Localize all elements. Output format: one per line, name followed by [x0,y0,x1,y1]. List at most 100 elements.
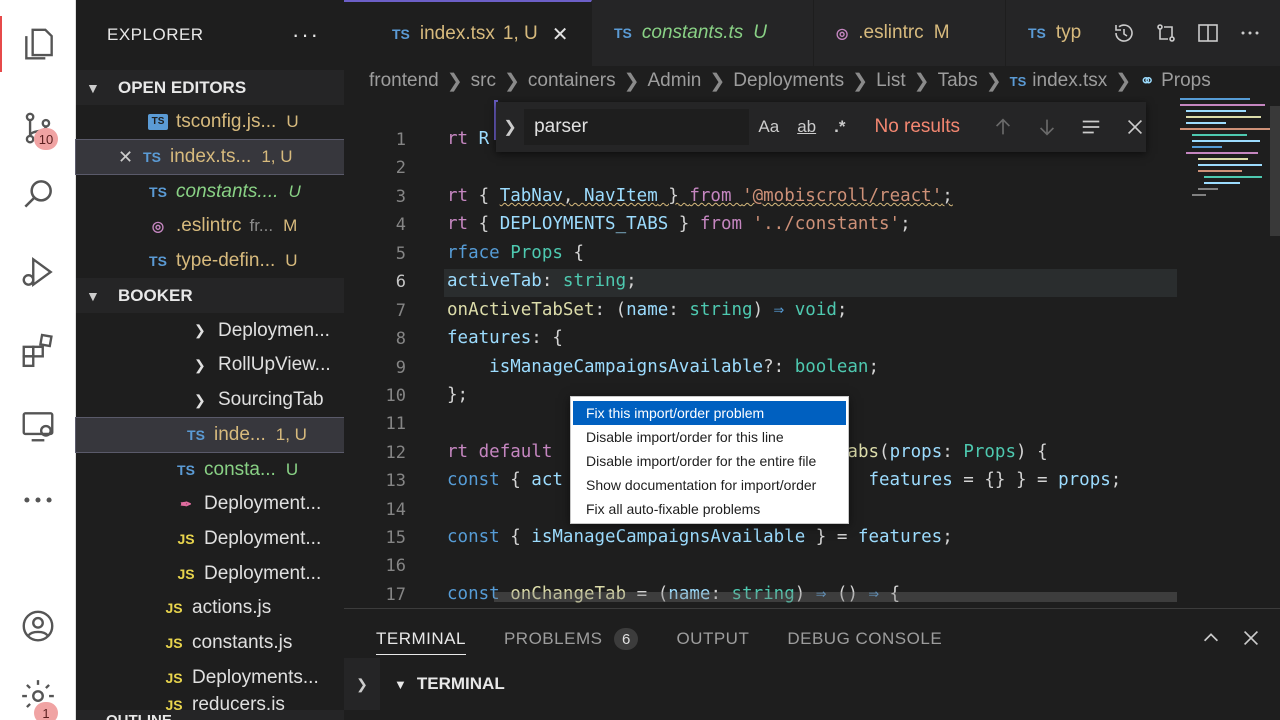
settings-gear-icon[interactable]: 1 [0,668,76,720]
arrow-down-icon[interactable] [1036,116,1058,138]
code-line: rt { TabNav, NavItem } from '@mobiscroll… [447,186,953,206]
open-editors-section[interactable]: ▼ OPEN EDITORS [76,70,344,105]
breadcrumb-item[interactable]: index.tsx [1032,70,1107,92]
code-line: rt { DEPLOYMENTS_TABS } from '../constan… [447,214,911,234]
more-icon[interactable] [0,472,76,528]
close-icon[interactable] [1124,116,1146,138]
panel-actions [1200,627,1262,649]
tab-debug-console[interactable]: DEBUG CONSOLE [787,609,942,669]
quick-fix-item[interactable]: Fix this import/order problem [573,401,846,425]
code-editor[interactable]: 1 2 3 4 5 6 7 8 9 10 11 12 13 14 15 16 1… [344,96,1280,608]
source-control-icon[interactable]: 10 [0,100,76,156]
open-editor-item[interactable]: TS constants.... U [76,174,344,209]
tree-file[interactable]: JS constants.js [76,626,344,661]
find-input[interactable]: parser [524,109,750,145]
split-editor-icon[interactable] [1196,21,1220,45]
tree-file[interactable]: JS Deployment... [76,556,344,591]
breadcrumb-item[interactable]: src [471,70,496,92]
run-debug-icon[interactable] [0,244,76,300]
minimap[interactable] [1180,96,1280,608]
chevron-right-icon: ❯ [194,391,206,408]
open-editor-item-active[interactable]: ✕ TS index.ts... 1, U [75,138,345,176]
code-line: rt R [447,129,490,149]
line-number: 1 [395,130,406,150]
quick-fix-item[interactable]: Show documentation for import/order [573,473,846,497]
tab-problems[interactable]: PROBLEMS 6 [504,609,639,669]
breadcrumb-item[interactable]: Admin [648,70,702,92]
chevron-right-icon: ❯ [913,70,930,92]
tab-constants-ts[interactable]: TS constants.ts U [592,0,814,66]
close-icon[interactable] [1240,627,1262,649]
more-actions-icon[interactable] [1238,21,1262,45]
tree-file[interactable]: JS Deployments... [76,660,344,695]
close-icon[interactable]: ✕ [118,147,142,168]
vertical-scrollbar[interactable] [1270,106,1280,236]
close-tab-icon[interactable]: ✕ [552,22,569,47]
horizontal-scrollbar[interactable] [494,592,1177,602]
outline-section[interactable]: OUTLINE [76,710,344,720]
style-icon: ✒ [180,495,192,512]
tab-output[interactable]: OUTPUT [676,609,749,669]
find-in-selection-icon[interactable] [1080,116,1102,138]
explorer-more-icon[interactable]: ··· [292,22,320,48]
search-icon[interactable] [0,166,76,222]
chevron-right-icon: ❯ [1115,70,1132,92]
tree-folder[interactable]: ❯ RollUpView... [76,348,344,383]
breadcrumb-item[interactable]: frontend [369,70,439,92]
chevron-right-icon[interactable]: ❯ [344,658,380,710]
use-regex-toggle[interactable]: .* [834,117,845,137]
code-line: features: { [447,328,563,348]
remote-explorer-icon[interactable] [0,398,76,454]
quick-fix-item[interactable]: Disable import/order for the entire file [573,449,846,473]
open-editor-item[interactable]: TS type-defin... U [76,244,344,279]
account-icon[interactable] [0,598,76,654]
line-number: 2 [395,158,406,178]
quick-fix-item[interactable]: Disable import/order for this line [573,425,846,449]
typescript-icon: TS [392,26,410,42]
chevron-right-icon[interactable]: ❯ [496,117,524,137]
extensions-icon[interactable] [0,322,76,378]
line-number: 11 [385,414,406,434]
match-whole-word-toggle[interactable]: ab [797,117,816,137]
breadcrumb-item[interactable]: List [876,70,906,92]
tab-index-tsx[interactable]: TS index.tsx 1, U ✕ [344,0,592,66]
tab-eslintrc[interactable]: ◎ .eslintrc M [814,0,1006,66]
breadcrumb-item[interactable]: Props [1161,70,1211,92]
javascript-icon: JS [165,669,183,686]
tree-file[interactable]: JS Deployment... [76,522,344,557]
match-case-toggle[interactable]: Aa [758,117,779,137]
quick-fix-item[interactable]: Fix all auto-fixable problems [573,497,846,521]
breadcrumb-item[interactable]: Deployments [733,70,844,92]
editor-tabs: TS index.tsx 1, U ✕ TS constants.ts U ◎ … [344,0,1280,66]
open-editor-item[interactable]: TS tsconfig.js... U [76,105,344,140]
typescript-icon: TS [149,253,167,270]
terminal-group[interactable]: ▼ TERMINAL [394,674,505,694]
panel-tabs: TERMINAL PROBLEMS 6 OUTPUT DEBUG CONSOLE [344,609,1280,669]
settings-badge: 1 [34,702,58,720]
tree-folder[interactable]: ❯ SourcingTab [76,383,344,418]
arrow-up-icon[interactable] [992,116,1014,138]
javascript-icon: JS [177,530,195,547]
compare-changes-icon[interactable] [1154,21,1178,45]
open-editor-item[interactable]: ◎ .eslintrc fr... M [76,209,344,244]
tab-terminal[interactable]: TERMINAL [376,609,466,669]
breadcrumb-item[interactable]: Tabs [938,70,978,92]
tree-file[interactable]: ✒ Deployment... [76,487,344,522]
tree-file[interactable]: TS consta... U [76,452,344,487]
breadcrumb-item[interactable]: containers [528,70,616,92]
chevron-up-icon[interactable] [1200,627,1222,649]
timeline-icon[interactable] [1112,21,1136,45]
line-number: 12 [385,443,406,463]
activity-bar: 10 1 [0,0,76,720]
line-number: 10 [385,386,406,406]
eslint-icon: ◎ [836,24,849,41]
booker-section[interactable]: ▼ BOOKER [76,278,344,314]
open-editors-label: OPEN EDITORS [118,77,247,97]
tree-file[interactable]: JS actions.js [76,591,344,626]
tab-type-definitions[interactable]: TS typ [1006,0,1106,66]
line-number: 16 [385,556,406,576]
tree-folder[interactable]: ❯ Deploymen... [76,313,344,348]
line-number: 13 [385,471,406,491]
explorer-icon[interactable] [0,16,76,72]
tree-file-active[interactable]: TS inde... 1, U [75,416,345,454]
